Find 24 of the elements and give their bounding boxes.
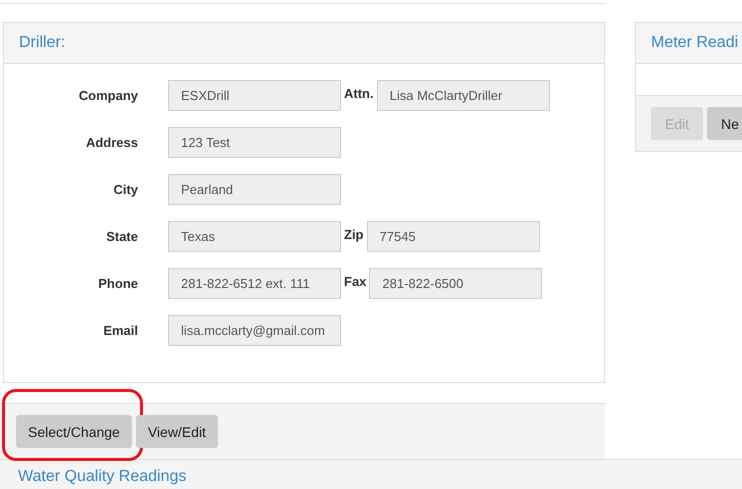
input-field[interactable]: 281-822-6500	[369, 268, 542, 299]
panel-title: Driller:	[19, 34, 66, 52]
field-label: Fax	[343, 273, 368, 289]
field-label: Attn.	[343, 85, 375, 101]
field-label: City	[112, 181, 138, 197]
input-field[interactable]: ESXDrill	[168, 80, 341, 111]
field-label: Zip	[343, 226, 364, 242]
field-label: Address	[84, 134, 138, 150]
input-field[interactable]: Texas	[168, 221, 341, 252]
field-label: State	[105, 228, 138, 244]
new-button[interactable]: Ne	[707, 107, 742, 140]
input-field[interactable]: 281-822-6512 ext. 111	[168, 268, 341, 299]
field-label: Company	[78, 87, 138, 103]
field-label: Email	[102, 322, 138, 338]
input-field[interactable]: 123 Test	[168, 127, 341, 158]
input-field[interactable]: Lisa McClartyDriller	[376, 80, 550, 111]
view-edit-button[interactable]: View/Edit	[136, 415, 218, 448]
field-label: Phone	[97, 275, 138, 291]
select-change-button[interactable]: Select/Change	[16, 415, 132, 448]
panel-title: Meter Readi	[651, 34, 738, 52]
input-field[interactable]: 77545	[366, 221, 540, 252]
input-field[interactable]: lisa.mcclarty@gmail.com	[168, 315, 341, 346]
input-field[interactable]: Pearland	[168, 174, 341, 205]
panel-title: Water Quality Readings	[18, 468, 186, 485]
